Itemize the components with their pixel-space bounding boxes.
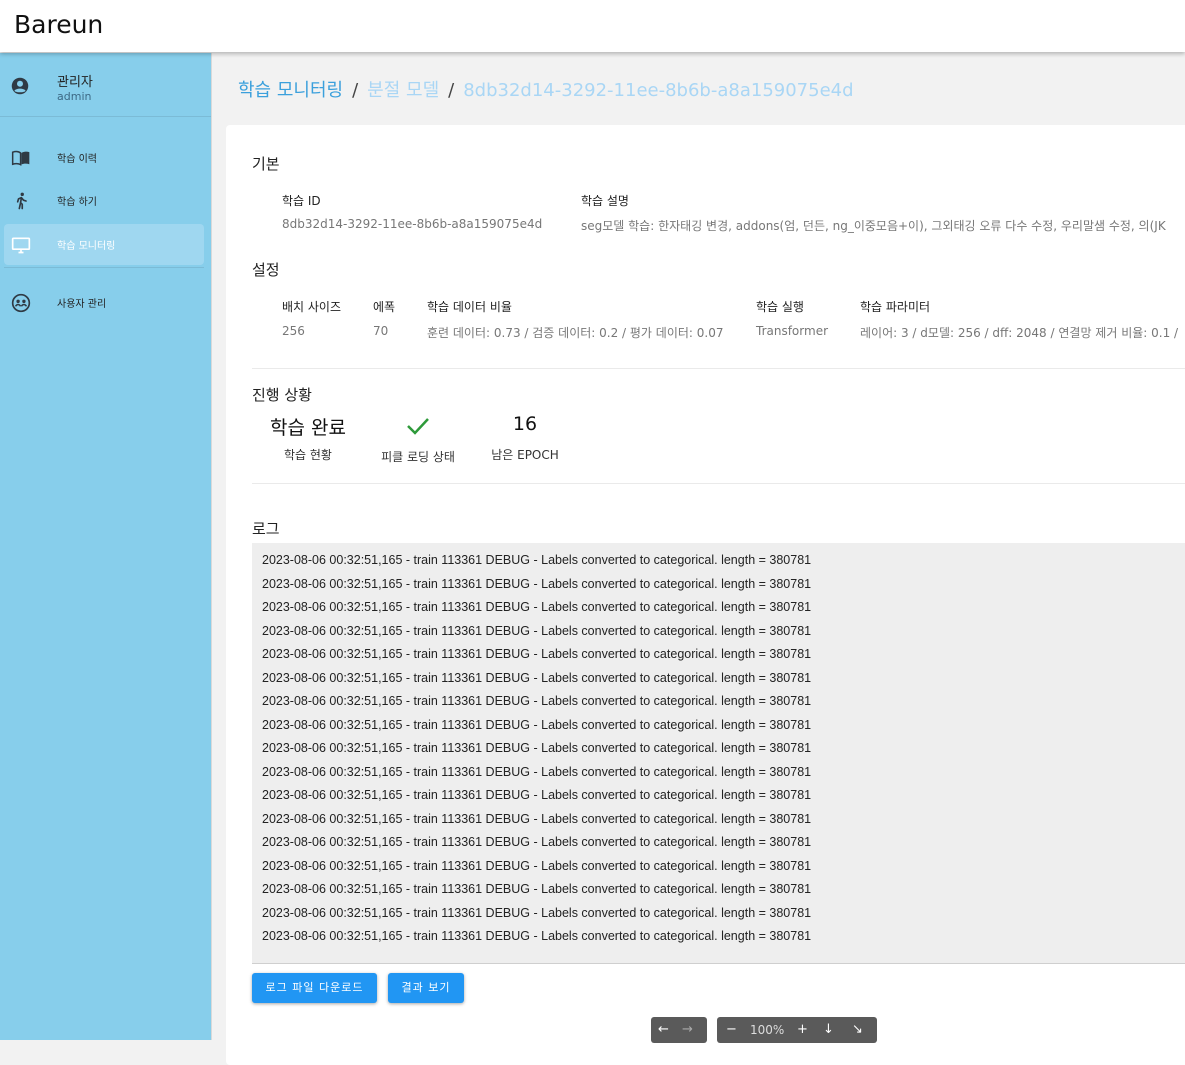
epoch-label: 에폭 <box>373 300 396 314</box>
log-line: 2023-08-06 00:32:51,165 - train 113361 D… <box>262 694 812 708</box>
log-line: 2023-08-06 00:32:51,165 - train 113361 D… <box>262 670 812 685</box>
log-line: 2023-08-06 00:32:51,165 - train 113361 D… <box>262 811 812 826</box>
arrow-left-icon[interactable]: ← <box>658 1021 669 1039</box>
breadcrumb-separator: / <box>448 80 455 101</box>
profile-name: 관리자 <box>57 75 93 90</box>
section-title-log: 로그 <box>252 520 280 538</box>
section-title-settings: 설정 <box>252 261 280 279</box>
log-line: 2023-08-06 00:32:51,165 - train 113361 D… <box>262 858 812 873</box>
log-line: 2023-08-06 00:32:51,165 - train 113361 D… <box>262 929 812 943</box>
arrow-right-icon[interactable]: → <box>682 1021 693 1039</box>
training-params-label: 학습 파라미터 <box>860 300 931 314</box>
section-title-basic: 기본 <box>252 155 280 173</box>
download-log-button[interactable]: 로그 파일 다운로드 <box>252 973 377 1003</box>
zoom-in-icon[interactable]: + <box>797 1021 808 1039</box>
log-line: 2023-08-06 00:32:51,165 - train 113361 D… <box>262 741 812 755</box>
sidebar-item-history[interactable]: 학습 이력 <box>4 137 204 178</box>
collapse-icon[interactable]: ↘ <box>852 1021 863 1039</box>
sidebar: 관리자 admin 학습 이력 학습 하기 학습 모니터링 사용자 관리 <box>0 53 212 1040</box>
view-results-button[interactable]: 결과 보기 <box>388 973 464 1003</box>
download-circle-icon[interactable]: ↓ <box>823 1021 834 1039</box>
batch-size-value: 256 <box>282 324 305 338</box>
training-desc-value: seg모델 학습: 한자태깅 변경, addons(엄, 던든, ng_이중모음… <box>581 219 1166 233</box>
viewer-zoom-bar: − 100% + ↓ ↘ <box>717 1017 877 1043</box>
log-line: 2023-08-06 00:32:51,165 - train 113361 D… <box>262 764 812 779</box>
run-icon <box>16 192 27 210</box>
data-ratio-value: 훈련 데이터: 0.73 / 검증 데이터: 0.2 / 평가 데이터: 0.0… <box>427 326 724 340</box>
log-line: 2023-08-06 00:32:51,165 - train 113361 D… <box>262 882 812 896</box>
sidebar-item-label: 사용자 관리 <box>57 299 107 310</box>
breadcrumb-separator: / <box>352 80 359 101</box>
breadcrumb-monitoring-link[interactable]: 학습 모니터링 <box>238 80 343 101</box>
log-line: 2023-08-06 00:32:51,165 - train 113361 D… <box>262 835 812 849</box>
breadcrumb: 학습 모니터링 / 분절 모델 / 8db32d14-3292-11ee-8b6b-a8… <box>238 76 854 102</box>
training-id-value: 8db32d14-3292-11ee-8b6b-a8a159075e4d <box>282 217 543 231</box>
training-status-value: 학습 완료 <box>270 417 346 439</box>
breadcrumb-current-id: 8db32d14-3292-11ee-8b6b-a8a159075e4d <box>463 80 854 101</box>
log-line: 2023-08-06 00:32:51,165 - train 113361 D… <box>262 553 812 567</box>
sidebar-item-label: 학습 하기 <box>57 197 97 208</box>
viewer-nav-bar: ← → <box>651 1017 707 1043</box>
sidebar-item-monitoring[interactable]: 학습 모니터링 <box>4 224 204 265</box>
training-desc-label: 학습 설명 <box>581 194 629 208</box>
section-title-progress: 진행 상황 <box>252 386 312 404</box>
zoom-level: 100% <box>750 1023 785 1037</box>
account-circle-icon <box>11 77 29 95</box>
zoom-out-icon[interactable]: − <box>726 1021 737 1039</box>
breadcrumb-model-link[interactable]: 분절 모델 <box>367 80 439 101</box>
profile-id: admin <box>57 90 92 103</box>
training-id-label: 학습 ID <box>282 194 321 208</box>
log-line: 2023-08-06 00:32:51,165 - train 113361 D… <box>262 576 812 591</box>
training-detail-card: 기본 학습 ID 8db32d14-3292-11ee-8b6b-a8a1590… <box>226 125 1185 1065</box>
training-run-value: Transformer <box>756 324 829 338</box>
log-line: 2023-08-06 00:32:51,165 - train 113361 D… <box>262 600 812 614</box>
divider <box>252 368 1185 369</box>
sidebar-item-label: 학습 이력 <box>57 154 97 165</box>
training-status-label: 학습 현황 <box>284 448 332 462</box>
remaining-epoch-value: 16 <box>512 413 538 435</box>
sidebar-item-train[interactable]: 학습 하기 <box>4 180 204 221</box>
log-line: 2023-08-06 00:32:51,165 - train 113361 D… <box>262 623 812 638</box>
divider <box>252 483 1185 484</box>
log-line: 2023-08-06 00:32:51,165 - train 113361 D… <box>262 647 812 661</box>
sidebar-divider <box>4 267 204 268</box>
pickle-loading-label: 피클 로딩 상태 <box>381 450 455 464</box>
sidebar-item-users[interactable]: 사용자 관리 <box>4 282 204 323</box>
book-icon <box>11 150 30 166</box>
log-line: 2023-08-06 00:32:51,165 - train 113361 D… <box>262 905 812 920</box>
monitor-icon <box>11 237 31 254</box>
user-profile: 관리자 admin <box>0 53 211 117</box>
epoch-value: 70 <box>373 324 389 338</box>
sidebar-item-label: 학습 모니터링 <box>57 241 116 252</box>
top-app-bar: Bareun <box>0 0 1185 52</box>
training-params-value: 레이어: 3 / d모델: 256 / dff: 2048 / 연결망 제거 비… <box>860 326 1179 340</box>
log-line: 2023-08-06 00:32:51,165 - train 113361 D… <box>262 788 812 802</box>
log-line: 2023-08-06 00:32:51,165 - train 113361 D… <box>262 717 812 732</box>
users-icon <box>11 293 31 313</box>
check-icon <box>407 418 429 435</box>
data-ratio-label: 학습 데이터 비율 <box>427 300 512 314</box>
brand-title: Bareun <box>14 10 104 39</box>
log-output[interactable]: 2023-08-06 00:32:51,165 - train 113361 D… <box>252 543 1185 964</box>
training-run-label: 학습 실행 <box>756 300 804 314</box>
batch-size-label: 배치 사이즈 <box>282 300 342 314</box>
remaining-epoch-label: 남은 EPOCH <box>491 448 559 462</box>
